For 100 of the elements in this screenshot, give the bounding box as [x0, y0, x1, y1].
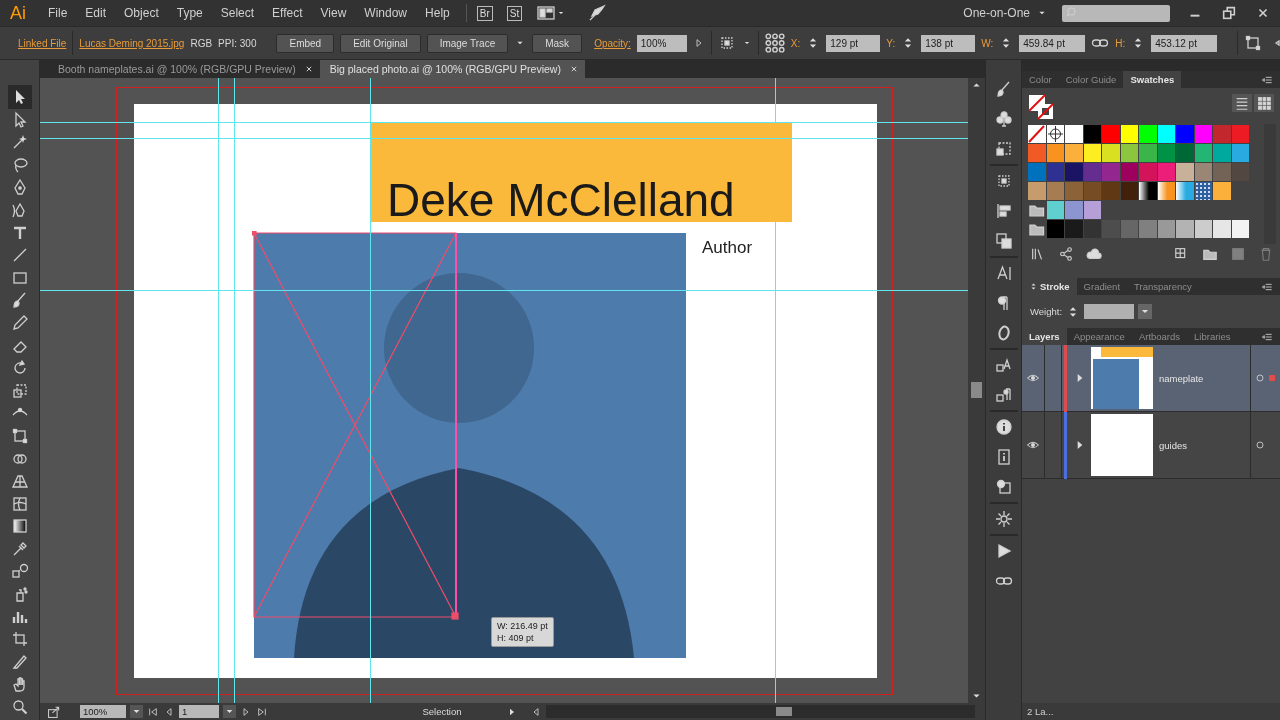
color-swatch[interactable]	[1102, 144, 1120, 162]
paragraph-style-icon[interactable]	[994, 386, 1013, 404]
color-swatch[interactable]	[1083, 182, 1101, 200]
embed-button[interactable]: Embed	[276, 33, 335, 53]
color-swatch[interactable]	[1065, 125, 1083, 143]
menu-item[interactable]: Type	[168, 3, 211, 23]
color-swatch[interactable]	[1157, 220, 1175, 238]
artboard-field[interactable]: 1	[179, 705, 219, 718]
target-icon[interactable]	[1254, 439, 1266, 451]
scroll-thumb[interactable]	[776, 707, 792, 716]
zoom-icon[interactable]	[10, 698, 29, 717]
menu-item[interactable]: Effect	[264, 3, 311, 23]
color-swatch[interactable]	[1176, 182, 1194, 200]
color-swatch[interactable]	[1065, 144, 1083, 162]
color-swatch[interactable]	[1139, 144, 1157, 162]
menu-item[interactable]: View	[312, 3, 355, 23]
color-swatch[interactable]	[1028, 182, 1046, 200]
color-swatch[interactable]	[1176, 163, 1194, 181]
zoom-field[interactable]: 100%	[80, 705, 126, 718]
title-banner[interactable]	[370, 122, 792, 222]
color-swatch[interactable]	[1083, 201, 1101, 219]
layer-row[interactable]: guides	[1022, 412, 1280, 479]
scroll-thumb[interactable]	[971, 382, 982, 398]
menu-item[interactable]: File	[40, 3, 76, 23]
free-transform-icon[interactable]	[10, 426, 29, 445]
panel-tab[interactable]: Color Guide	[1058, 71, 1124, 88]
color-swatch[interactable]	[1194, 182, 1212, 200]
artboard-icon[interactable]	[10, 630, 29, 649]
panel-tab[interactable]: Artboards	[1131, 328, 1188, 345]
coordinate-field[interactable]: 459.84 pt	[1019, 34, 1086, 52]
color-swatch[interactable]	[1157, 144, 1175, 162]
color-swatch[interactable]	[1194, 163, 1212, 181]
caret-icon[interactable]	[223, 705, 236, 718]
scale-icon[interactable]	[10, 381, 29, 400]
color-swatch[interactable]	[1139, 163, 1157, 181]
transform-icon[interactable]	[994, 140, 1013, 158]
panel-tab[interactable]: Layers	[1022, 328, 1067, 345]
color-swatch[interactable]	[1028, 144, 1046, 162]
photo-placeholder[interactable]	[254, 233, 686, 658]
panel-tab[interactable]: Libraries	[1187, 328, 1238, 345]
linked-file-link[interactable]: Linked File	[18, 37, 67, 49]
color-swatch[interactable]	[1102, 163, 1120, 181]
color-swatch[interactable]	[1083, 144, 1101, 162]
rocket-icon[interactable]	[588, 4, 607, 22]
color-swatch[interactable]	[1139, 125, 1157, 143]
current-tool-label[interactable]: Selection	[382, 706, 502, 717]
image-trace-button[interactable]: Image Trace	[426, 33, 509, 53]
color-swatch[interactable]	[1213, 144, 1231, 162]
blend-icon[interactable]	[10, 562, 29, 581]
menu-item[interactable]: Help	[417, 3, 458, 23]
color-swatch[interactable]	[1120, 182, 1138, 200]
layer-row[interactable]: nameplate	[1022, 345, 1280, 412]
app-launch-button[interactable]: St	[506, 5, 523, 21]
color-swatch[interactable]	[1046, 201, 1064, 219]
document-tab[interactable]: Big placed photo.ai @ 100% (RGB/GPU Preview)	[319, 60, 585, 78]
color-swatch[interactable]	[1231, 144, 1249, 162]
first-icon[interactable]	[147, 705, 159, 718]
mask-button[interactable]: Mask	[532, 33, 583, 53]
club-icon[interactable]	[994, 110, 1013, 128]
color-swatch[interactable]	[1083, 125, 1101, 143]
menu-item[interactable]: Edit	[77, 3, 115, 23]
transform-icon[interactable]	[1244, 34, 1263, 52]
color-swatch[interactable]	[1231, 163, 1249, 181]
color-swatch[interactable]	[1065, 201, 1083, 219]
sun-icon[interactable]	[994, 510, 1013, 528]
pencil-icon[interactable]	[10, 313, 29, 332]
target-icon[interactable]	[1254, 372, 1266, 384]
color-swatch[interactable]	[1157, 182, 1175, 200]
color-swatch[interactable]	[1065, 220, 1083, 238]
color-swatch[interactable]	[1213, 125, 1231, 143]
coordinate-field[interactable]: 453.12 pt	[1151, 34, 1218, 52]
workspace-layout-icon[interactable]	[536, 4, 557, 22]
document-tab[interactable]: Booth nameplates.ai @ 100% (RGB/GPU Preview)	[48, 60, 320, 78]
color-swatch[interactable]	[1213, 163, 1231, 181]
coordinate-field[interactable]: 129 pt	[826, 34, 881, 52]
list-view-icon[interactable]	[1232, 94, 1252, 112]
color-swatch[interactable]	[1194, 144, 1212, 162]
menu-item[interactable]: Select	[212, 3, 263, 23]
caret-icon[interactable]	[1138, 304, 1153, 319]
color-swatch[interactable]	[1231, 220, 1249, 238]
panel-tab[interactable]: Swatches	[1123, 71, 1182, 88]
caret-icon[interactable]	[130, 705, 143, 718]
color-swatch[interactable]	[1176, 220, 1194, 238]
new-swatch-icon[interactable]	[1230, 246, 1246, 262]
align-icon[interactable]	[994, 202, 1013, 220]
menu-item[interactable]: Object	[116, 3, 167, 23]
color-swatch[interactable]	[1213, 182, 1231, 200]
color-swatch[interactable]	[1046, 182, 1064, 200]
color-swatch[interactable]	[1102, 220, 1120, 238]
layer-name[interactable]: nameplate	[1159, 372, 1250, 384]
layer-name[interactable]: guides	[1159, 439, 1250, 451]
color-swatch[interactable]	[1028, 163, 1046, 181]
color-swatch[interactable]	[1157, 163, 1175, 181]
color-swatch[interactable]	[1120, 144, 1138, 162]
search-field[interactable]	[1062, 4, 1170, 22]
color-swatch[interactable]	[1213, 220, 1231, 238]
perspective-grid-icon[interactable]	[10, 472, 29, 491]
info-icon[interactable]	[994, 418, 1013, 436]
panel-tab[interactable]: Gradient	[1076, 278, 1127, 295]
fill-stroke-icon[interactable]	[1028, 94, 1054, 120]
